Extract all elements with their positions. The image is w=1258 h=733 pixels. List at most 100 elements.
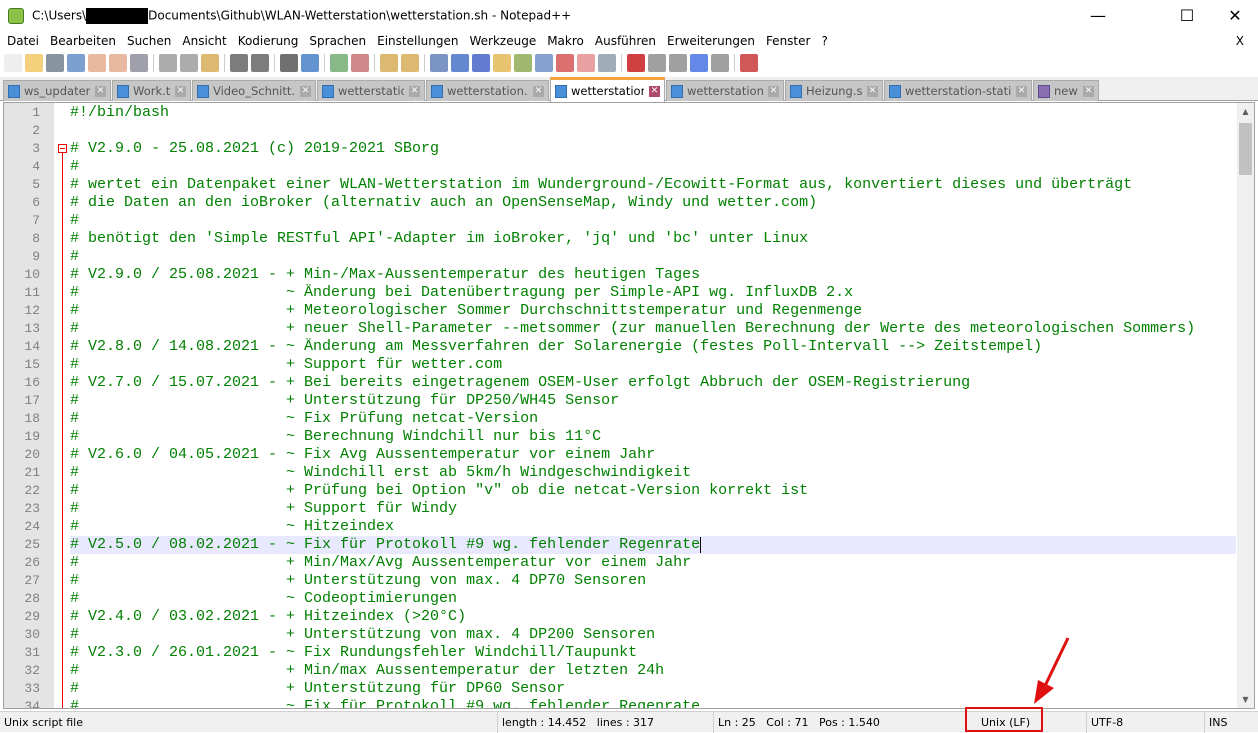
- code-line[interactable]: # ~ Hitzeindex: [70, 518, 1236, 536]
- folder-as-workspace-icon[interactable]: [577, 54, 595, 72]
- status-encoding[interactable]: UTF-8: [1086, 712, 1202, 733]
- menu-item[interactable]: Kodierung: [233, 34, 305, 48]
- sync-vertical-icon[interactable]: [380, 54, 398, 72]
- code-line[interactable]: # + Unterstützung für DP250/WH45 Sensor: [70, 392, 1236, 410]
- menu-item[interactable]: Sprachen: [304, 34, 372, 48]
- tab-wetterstation-sh[interactable]: wetterstation.sh ✕: [550, 77, 665, 102]
- code-line[interactable]: # + neuer Shell-Parameter --metsommer (z…: [70, 320, 1236, 338]
- close-tab-icon[interactable]: ✕: [768, 85, 779, 97]
- close-tab-icon[interactable]: ✕: [533, 85, 544, 97]
- tab-ws-updater-sh[interactable]: ws_updater.sh ✕: [3, 80, 111, 101]
- sync-horizontal-icon[interactable]: [401, 54, 419, 72]
- close-tab-icon[interactable]: ✕: [1016, 85, 1027, 97]
- code-line[interactable]: # ~ Berechnung Windchill nur bis 11°C: [70, 428, 1236, 446]
- stop-macro-icon[interactable]: [648, 54, 666, 72]
- code-line[interactable]: # + Support für wetter.com: [70, 356, 1236, 374]
- copy-icon[interactable]: [180, 54, 198, 72]
- tab-wetterstation-conf[interactable]: wetterstation.conf ✕: [426, 80, 549, 101]
- tab-wetterstation-js[interactable]: wetterstation.js ✕: [317, 80, 425, 101]
- play-macro-icon[interactable]: [669, 54, 687, 72]
- close-tab-icon[interactable]: ✕: [409, 85, 420, 97]
- save-all-icon[interactable]: [67, 54, 85, 72]
- code-line[interactable]: # + Meteorologischer Sommer Durchschnitt…: [70, 302, 1236, 320]
- code-line[interactable]: # + Prüfung bei Option "v" ob die netcat…: [70, 482, 1236, 500]
- menu-item[interactable]: Werkzeuge: [464, 34, 542, 48]
- undo-icon[interactable]: [230, 54, 248, 72]
- tab-heizung-svg[interactable]: Heizung.svg ✕: [785, 80, 883, 101]
- close-tab-icon[interactable]: ✕: [175, 85, 186, 97]
- replace-icon[interactable]: [301, 54, 319, 72]
- code-line[interactable]: # V2.6.0 / 04.05.2021 - ~ Fix Avg Aussen…: [70, 446, 1236, 464]
- monitoring-icon[interactable]: [598, 54, 616, 72]
- code-line[interactable]: # wertet ein Datenpaket einer WLAN-Wette…: [70, 176, 1236, 194]
- tab-wetterstation-statistik-js[interactable]: wetterstation-statistik.js ✕: [884, 80, 1032, 101]
- code-line[interactable]: # die Daten an den ioBroker (alternativ …: [70, 194, 1236, 212]
- word-wrap-icon[interactable]: [430, 54, 448, 72]
- menu-item[interactable]: Suchen: [122, 34, 177, 48]
- spell-check-icon[interactable]: [740, 54, 758, 72]
- fold-toggle-icon[interactable]: [58, 144, 67, 153]
- menu-item[interactable]: Datei: [2, 34, 45, 48]
- function-list-icon[interactable]: [535, 54, 553, 72]
- code-line[interactable]: # V2.8.0 / 14.08.2021 - ~ Änderung am Me…: [70, 338, 1236, 356]
- menu-item[interactable]: Ausführen: [590, 34, 662, 48]
- document-map-icon[interactable]: [514, 54, 532, 72]
- menu-item[interactable]: Bearbeiten: [45, 34, 122, 48]
- find-icon[interactable]: [280, 54, 298, 72]
- menu-item[interactable]: Makro: [542, 34, 590, 48]
- menu-item[interactable]: Ansicht: [177, 34, 232, 48]
- maximize-button[interactable]: ☐: [1164, 0, 1210, 31]
- paste-icon[interactable]: [201, 54, 219, 72]
- close-tab-icon[interactable]: ✕: [649, 85, 660, 97]
- show-all-characters-icon[interactable]: [451, 54, 469, 72]
- close-button[interactable]: ✕: [1212, 0, 1258, 31]
- code-line[interactable]: # ~ Fix Prüfung netcat-Version: [70, 410, 1236, 428]
- menu-item[interactable]: Erweiterungen: [662, 34, 761, 48]
- new-file-icon[interactable]: [4, 54, 22, 72]
- code-line[interactable]: #: [70, 248, 1236, 266]
- run-macro-multiple-icon[interactable]: [690, 54, 708, 72]
- close-tab-icon[interactable]: ✕: [95, 85, 106, 97]
- code-line[interactable]: # benötigt den 'Simple RESTful API'-Adap…: [70, 230, 1236, 248]
- minimize-button[interactable]: —: [1075, 0, 1121, 31]
- menu-item[interactable]: Fenster: [761, 34, 817, 48]
- code-line[interactable]: # V2.5.0 / 08.02.2021 - ~ Fix für Protok…: [70, 536, 1236, 554]
- code-line[interactable]: # ~ Änderung bei Datenübertragung per Si…: [70, 284, 1236, 302]
- cut-icon[interactable]: [159, 54, 177, 72]
- code-line[interactable]: # V2.9.0 - 25.08.2021 (c) 2019-2021 SBor…: [70, 140, 1236, 158]
- tab-video-schnitt-bat[interactable]: Video_Schnitt.bat ✕: [192, 80, 316, 101]
- menu-item[interactable]: ?: [816, 34, 833, 48]
- scrollbar-thumb[interactable]: [1239, 123, 1252, 175]
- close-tab-icon[interactable]: ✕: [300, 85, 311, 97]
- close-tab-icon[interactable]: ✕: [1083, 85, 1094, 97]
- code-line[interactable]: # ~ Codeoptimierungen: [70, 590, 1236, 608]
- zoom-out-icon[interactable]: [351, 54, 369, 72]
- save-icon[interactable]: [46, 54, 64, 72]
- open-file-icon[interactable]: [25, 54, 43, 72]
- close-all-icon[interactable]: [109, 54, 127, 72]
- scroll-up-icon[interactable]: ▲: [1237, 103, 1254, 120]
- close-document-button[interactable]: X: [1231, 34, 1250, 48]
- vertical-scrollbar[interactable]: ▲ ▼: [1237, 103, 1254, 708]
- doc-switcher-icon[interactable]: [556, 54, 574, 72]
- code-line[interactable]: # ~ Windchill erst ab 5km/h Windgeschwin…: [70, 464, 1236, 482]
- code-line[interactable]: #: [70, 158, 1236, 176]
- code-line[interactable]: # V2.9.0 / 25.08.2021 - + Min-/Max-Ausse…: [70, 266, 1236, 284]
- code-line[interactable]: # + Unterstützung von max. 4 DP70 Sensor…: [70, 572, 1236, 590]
- udl-icon[interactable]: [493, 54, 511, 72]
- code-line[interactable]: # + Min/Max/Avg Aussentemperatur vor ein…: [70, 554, 1236, 572]
- redo-icon[interactable]: [251, 54, 269, 72]
- indent-guide-icon[interactable]: [472, 54, 490, 72]
- save-macro-icon[interactable]: [711, 54, 729, 72]
- tab-work-txt[interactable]: Work.txt ✕: [112, 80, 191, 101]
- code-line[interactable]: # V2.7.0 / 15.07.2021 - + Bei bereits ei…: [70, 374, 1236, 392]
- close-icon[interactable]: [88, 54, 106, 72]
- code-line[interactable]: #!/bin/bash: [70, 104, 1236, 122]
- tab-wetterstation-sub[interactable]: wetterstation.sub ✕: [666, 80, 784, 101]
- code-line[interactable]: # + Support für Windy: [70, 500, 1236, 518]
- record-macro-icon[interactable]: [627, 54, 645, 72]
- menu-item[interactable]: Einstellungen: [372, 34, 464, 48]
- code-line[interactable]: #: [70, 212, 1236, 230]
- code-line[interactable]: [70, 122, 1236, 140]
- zoom-in-icon[interactable]: [330, 54, 348, 72]
